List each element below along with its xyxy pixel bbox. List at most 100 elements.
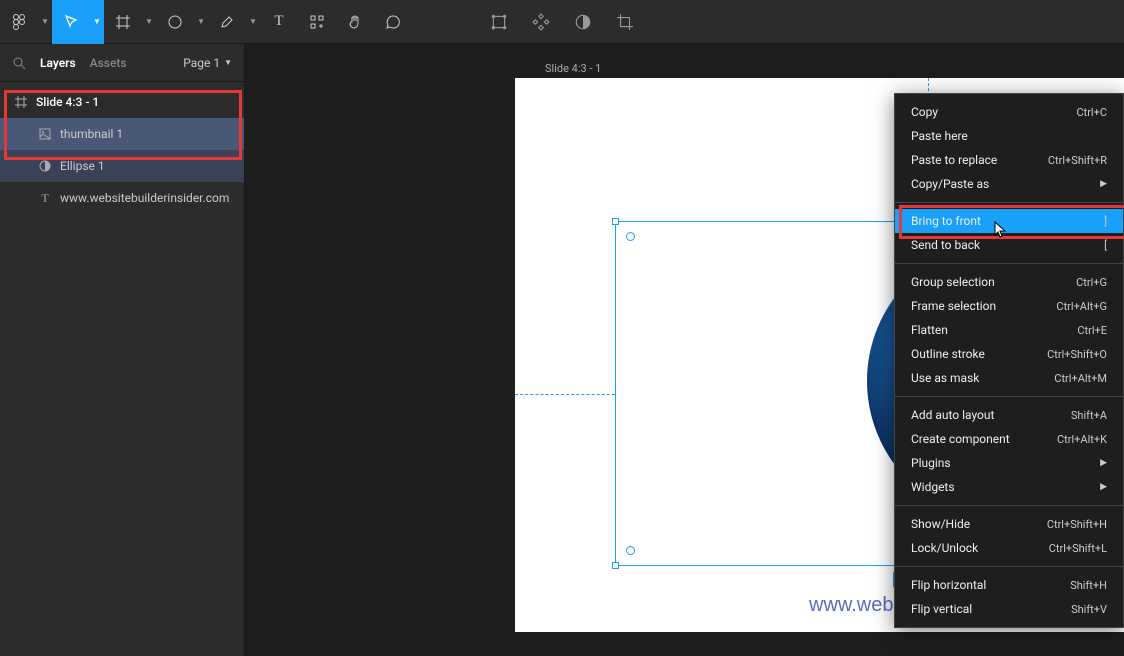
ctx-outline[interactable]: Outline strokeCtrl+Shift+O <box>895 342 1123 366</box>
ctx-mask-label: Use as mask <box>911 371 979 385</box>
crop-button[interactable] <box>615 12 635 32</box>
ctx-auto-layout[interactable]: Add auto layoutShift+A <box>895 403 1123 427</box>
ctx-copy-label: Copy <box>911 105 938 119</box>
text-tool-button[interactable]: T <box>260 0 298 44</box>
create-component-button[interactable] <box>531 12 551 32</box>
ctx-group[interactable]: Group selectionCtrl+G <box>895 270 1123 294</box>
layer-frame[interactable]: Slide 4:3 - 1 <box>0 86 244 118</box>
selection-handle-tl[interactable] <box>612 218 619 225</box>
ctx-copy-paste-as[interactable]: Copy/Paste as ▶ <box>895 172 1123 196</box>
ctx-show-hide[interactable]: Show/HideCtrl+Shift+H <box>895 512 1123 536</box>
comment-tool-icon <box>385 14 401 30</box>
text-layer-icon: T <box>38 191 52 205</box>
mask-button[interactable] <box>573 12 593 32</box>
ctx-component-label: Create component <box>911 432 1010 446</box>
move-tool-icon <box>63 14 79 30</box>
figma-menu-button[interactable] <box>0 0 38 44</box>
ctx-bring-front-label: Bring to front <box>911 214 981 228</box>
ctx-send-back[interactable]: Send to back [ <box>895 233 1123 257</box>
sidebar-tabs: Layers Assets Page 1▼ <box>0 44 244 82</box>
comment-tool-button[interactable] <box>374 0 412 44</box>
figma-menu-chevron[interactable]: ▼ <box>38 0 52 44</box>
guide-horizontal <box>515 394 615 395</box>
crop-icon <box>616 13 634 31</box>
ellipse-tool-icon <box>167 14 183 30</box>
ctx-frame-selection[interactable]: Frame selection Ctrl+Alt+G <box>895 294 1123 318</box>
ctx-show-hide-label: Show/Hide <box>911 517 970 531</box>
chevron-down-icon: ▼ <box>224 58 232 67</box>
context-menu: Copy Ctrl+C Paste here Paste to replace Ct… <box>894 93 1124 628</box>
submenu-arrow-icon: ▶ <box>1100 458 1107 468</box>
move-tool-chevron[interactable]: ▼ <box>90 0 104 44</box>
layer-thumbnail[interactable]: thumbnail 1 <box>0 118 244 150</box>
selection-radius-t[interactable] <box>626 232 635 241</box>
ctx-create-component[interactable]: Create componentCtrl+Alt+K <box>895 427 1123 451</box>
frame-icon <box>14 95 28 109</box>
ctx-copy[interactable]: Copy Ctrl+C <box>895 100 1123 124</box>
ctx-plugins[interactable]: Plugins ▶ <box>895 451 1123 475</box>
submenu-arrow-icon: ▶ <box>1100 179 1107 189</box>
selection-radius-b[interactable] <box>626 546 635 555</box>
ctx-paste-replace-label: Paste to replace <box>911 153 997 167</box>
ctx-flatten-label: Flatten <box>911 323 948 337</box>
ctx-separator <box>895 396 1123 397</box>
search-icon[interactable] <box>12 56 26 70</box>
resources-button[interactable] <box>298 0 336 44</box>
text-tool-icon: T <box>274 13 283 30</box>
tab-layers[interactable]: Layers <box>40 56 76 70</box>
ctx-send-back-label: Send to back <box>911 238 980 252</box>
component-icon <box>532 13 550 31</box>
ctx-frame-sel-shortcut: Ctrl+Alt+G <box>1056 300 1107 313</box>
canvas-frame-label[interactable]: Slide 4:3 - 1 <box>545 62 601 75</box>
page-selector[interactable]: Page 1▼ <box>183 56 232 70</box>
shape-tool-chevron[interactable]: ▼ <box>194 0 208 44</box>
layers-panel: Slide 4:3 - 1 thumbnail 1 Ellipse 1 T ww… <box>0 82 244 214</box>
ctx-widgets[interactable]: Widgets▶ <box>895 475 1123 499</box>
ctx-copy-paste-as-label: Copy/Paste as <box>911 177 989 191</box>
layer-text-label: www.websitebuilderinsider.com <box>60 191 229 205</box>
pen-tool-chevron[interactable]: ▼ <box>246 0 260 44</box>
ctx-mask[interactable]: Use as mask Ctrl+Alt+M <box>895 366 1123 390</box>
toolbar-left: ▼ ▼ ▼ ▼ ▼ T <box>0 0 412 43</box>
frame-tool-button[interactable] <box>104 0 142 44</box>
submenu-arrow-icon: ▶ <box>1100 482 1107 492</box>
layer-thumbnail-label: thumbnail 1 <box>60 127 123 141</box>
move-tool-button[interactable] <box>52 0 90 44</box>
figma-logo-icon <box>11 14 27 30</box>
ctx-separator <box>895 263 1123 264</box>
selection-handle-bl[interactable] <box>612 562 619 569</box>
edit-object-button[interactable] <box>489 12 509 32</box>
ctx-lock[interactable]: Lock/UnlockCtrl+Shift+L <box>895 536 1123 560</box>
toolbar-center <box>489 12 635 32</box>
ctx-mask-shortcut: Ctrl+Alt+M <box>1054 372 1107 385</box>
layer-ellipse[interactable]: Ellipse 1 <box>0 150 244 182</box>
ctx-paste-here[interactable]: Paste here <box>895 124 1123 148</box>
resources-icon <box>309 14 325 30</box>
ctx-flip-h-label: Flip horizontal <box>911 578 986 592</box>
hand-tool-button[interactable] <box>336 0 374 44</box>
ctx-group-label: Group selection <box>911 275 995 289</box>
ctx-flip-h[interactable]: Flip horizontalShift+H <box>895 573 1123 597</box>
ctx-plugins-label: Plugins <box>911 456 951 470</box>
ctx-flip-v[interactable]: Flip verticalShift+V <box>895 597 1123 621</box>
ctx-flatten[interactable]: Flatten Ctrl+E <box>895 318 1123 342</box>
ctx-copy-shortcut: Ctrl+C <box>1076 106 1107 119</box>
ctx-frame-sel-label: Frame selection <box>911 299 996 313</box>
frame-tool-chevron[interactable]: ▼ <box>142 0 156 44</box>
half-circle-icon <box>38 159 52 173</box>
ctx-paste-replace[interactable]: Paste to replace Ctrl+Shift+R <box>895 148 1123 172</box>
ctx-send-back-shortcut: [ <box>1104 239 1107 252</box>
ctx-bring-front[interactable]: Bring to front] <box>895 209 1123 233</box>
ctx-flatten-shortcut: Ctrl+E <box>1077 324 1107 337</box>
layer-text[interactable]: T www.websitebuilderinsider.com <box>0 182 244 214</box>
cursor-icon <box>994 221 1008 239</box>
pen-tool-button[interactable] <box>208 0 246 44</box>
frame-tool-icon <box>115 14 131 30</box>
tab-assets[interactable]: Assets <box>90 56 127 70</box>
ctx-separator <box>895 202 1123 203</box>
ctx-lock-shortcut: Ctrl+Shift+L <box>1049 542 1107 555</box>
shape-tool-button[interactable] <box>156 0 194 44</box>
ctx-paste-replace-shortcut: Ctrl+Shift+R <box>1048 154 1107 167</box>
ctx-outline-shortcut: Ctrl+Shift+O <box>1047 348 1107 361</box>
layer-ellipse-label: Ellipse 1 <box>60 159 105 173</box>
